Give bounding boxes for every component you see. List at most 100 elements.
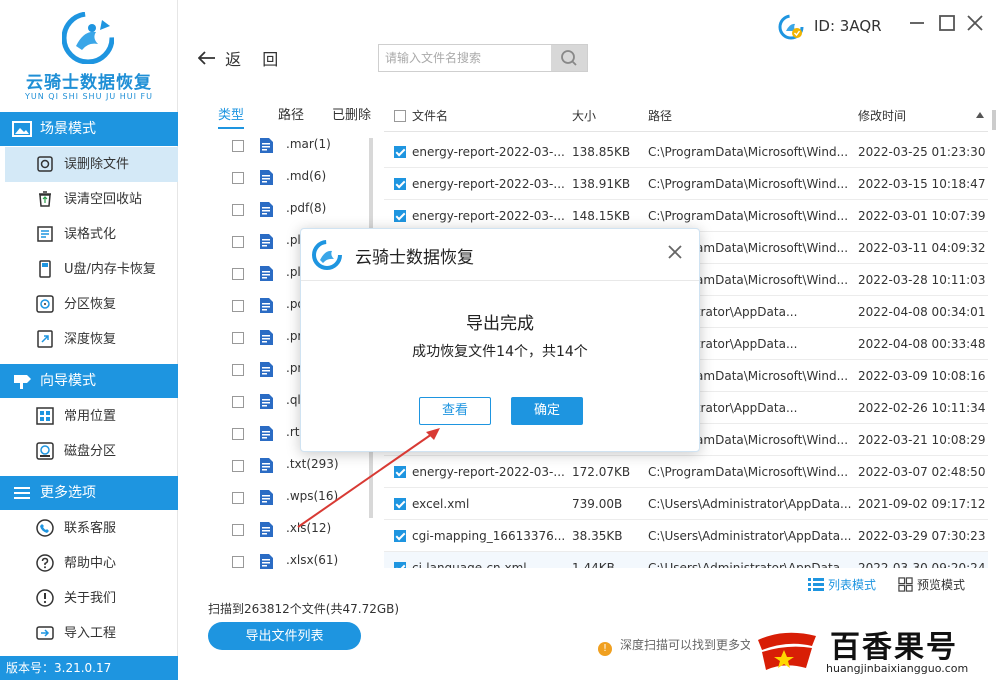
dialog-title: 云骑士数据恢复	[355, 248, 474, 268]
sidebar-item-contact-support[interactable]: 联系客服	[0, 511, 178, 546]
type-checkbox[interactable]	[232, 556, 244, 568]
sidebar-item-help-center[interactable]: 帮助中心	[0, 546, 178, 581]
cell-time: 2022-04-08 00:34:01	[858, 305, 986, 319]
watermark-logo-icon	[754, 626, 820, 672]
row-checkbox[interactable]	[394, 210, 406, 222]
cell-time: 2022-03-09 10:08:16	[858, 369, 986, 383]
table-scrollbar[interactable]	[992, 110, 996, 130]
maximize-icon	[939, 15, 955, 31]
type-label: .xls(12)	[286, 521, 332, 535]
row-checkbox[interactable]	[394, 530, 406, 542]
search-input[interactable]	[379, 45, 551, 71]
cell-time: 2022-03-30 09:20:24	[858, 561, 986, 568]
table-row[interactable]: energy-report-2022-03-... 172.07KB C:\Prog…	[384, 456, 988, 488]
table-row[interactable]: ci-language-cn.xml 1.44KB C:\Users\Adminis…	[384, 552, 988, 568]
row-checkbox[interactable]	[394, 466, 406, 478]
sidebar-item-common-locations[interactable]: 常用位置	[0, 399, 178, 434]
cell-path: C:\ProgramData\Microsoft\Wind...	[648, 465, 849, 479]
knight-logo-icon	[312, 240, 342, 270]
type-label: .mar(1)	[286, 137, 331, 151]
table-row[interactable]: cgi-mapping_16613376... 38.35KB C:\Users\A…	[384, 520, 988, 552]
app-logo: 云骑士数据恢复 YUN QI SHI SHU JU HUI FU	[0, 0, 178, 110]
sidebar-item-import-project[interactable]: 导入工程	[0, 616, 178, 651]
preview-view-button[interactable]: 预览模式	[898, 576, 965, 593]
tab-deleted[interactable]: 已删除	[332, 104, 371, 123]
confirm-button[interactable]: 确定	[511, 397, 583, 425]
warning-icon: !	[598, 642, 612, 656]
document-icon	[260, 330, 273, 345]
type-checkbox[interactable]	[232, 524, 244, 536]
cell-time: 2022-03-21 10:08:29	[858, 433, 986, 447]
table-row[interactable]: excel.xml 739.00B C:\Users\Administrator\A…	[384, 488, 988, 520]
sidebar-item-label: U盘/内存卡恢复	[64, 262, 156, 277]
row-checkbox[interactable]	[394, 146, 406, 158]
type-checkbox[interactable]	[232, 236, 244, 248]
document-icon	[260, 170, 273, 185]
sidebar-item-partition-recovery[interactable]: 分区恢复	[0, 287, 178, 322]
tab-path[interactable]: 路径	[278, 104, 304, 123]
export-complete-dialog: 云骑士数据恢复 导出完成 成功恢复文件14个，共14个 查看 确定	[300, 228, 700, 452]
image-icon	[12, 121, 32, 137]
search-box	[378, 44, 588, 72]
watermark: 百香果号 huangjinbaixiangguo.com	[750, 622, 1000, 680]
knight-logo-icon	[62, 12, 114, 64]
type-checkbox[interactable]	[232, 300, 244, 312]
col-header-name[interactable]: 文件名	[412, 100, 448, 132]
sidebar: 云骑士数据恢复 YUN QI SHI SHU JU HUI FU 场景模式 误删…	[0, 0, 178, 680]
row-checkbox[interactable]	[394, 562, 406, 568]
document-icon	[260, 234, 273, 249]
row-checkbox[interactable]	[394, 178, 406, 190]
type-label: .md(6)	[286, 169, 327, 183]
col-header-path[interactable]: 路径	[648, 100, 672, 132]
sidebar-item-deep-recovery[interactable]: 深度恢复	[0, 322, 178, 357]
sidebar-item-format[interactable]: 误格式化	[0, 217, 178, 252]
type-checkbox[interactable]	[232, 332, 244, 344]
row-checkbox[interactable]	[394, 498, 406, 510]
close-window-button[interactable]	[966, 14, 984, 32]
cell-path: C:\Users\Administrator\AppData...	[648, 497, 852, 511]
document-icon	[260, 490, 273, 505]
sidebar-item-deleted-files[interactable]: 误删除文件	[5, 147, 178, 182]
cell-time: 2022-03-15 10:18:47	[858, 177, 986, 191]
sidebar-item-recycle-bin[interactable]: 误清空回收站	[0, 182, 178, 217]
sidebar-item-about-us[interactable]: 关于我们	[0, 581, 178, 616]
view-button[interactable]: 查看	[419, 397, 491, 425]
type-checkbox[interactable]	[232, 172, 244, 184]
table-row[interactable]: energy-report-2022-03-... 138.85KB C:\Prog…	[384, 136, 988, 168]
type-checkbox[interactable]	[232, 364, 244, 376]
export-file-list-button[interactable]: 导出文件列表	[208, 622, 361, 650]
sidebar-item-disk-partition[interactable]: 磁盘分区	[0, 434, 178, 469]
section-label: 更多选项	[40, 485, 96, 501]
col-header-time[interactable]: 修改时间	[858, 100, 906, 132]
cell-size: 739.00B	[572, 497, 623, 511]
maximize-button[interactable]	[938, 14, 956, 32]
list-view-button[interactable]: 列表模式	[808, 576, 876, 593]
signpost-icon	[14, 375, 31, 389]
dialog-message: 导出完成	[466, 314, 534, 334]
type-checkbox[interactable]	[232, 460, 244, 472]
type-checkbox[interactable]	[232, 396, 244, 408]
col-header-size[interactable]: 大小	[572, 100, 596, 132]
back-button[interactable]: 返 回	[198, 46, 278, 70]
search-button[interactable]	[551, 45, 587, 71]
type-checkbox[interactable]	[232, 428, 244, 440]
user-id-text: ID: 3AQR	[814, 17, 882, 35]
table-row[interactable]: energy-report-2022-03-... 138.91KB C:\Prog…	[384, 168, 988, 200]
sidebar-item-label: 联系客服	[64, 521, 117, 536]
cell-name: ci-language-cn.xml	[412, 561, 527, 568]
grid-view-icon	[898, 577, 913, 592]
sidebar-item-label: 帮助中心	[64, 556, 117, 571]
minimize-button[interactable]	[908, 14, 926, 32]
dialog-submessage: 成功恢复文件14个，共14个	[412, 344, 588, 360]
type-checkbox[interactable]	[232, 140, 244, 152]
preview-view-label: 预览模式	[917, 578, 966, 592]
sort-up-icon[interactable]	[976, 112, 984, 118]
select-all-checkbox[interactable]	[394, 110, 406, 122]
sidebar-item-usb[interactable]: U盘/内存卡恢复	[0, 252, 178, 287]
type-checkbox[interactable]	[232, 204, 244, 216]
dialog-close-button[interactable]	[665, 243, 685, 263]
tab-type[interactable]: 类型	[218, 104, 245, 129]
type-checkbox[interactable]	[232, 268, 244, 280]
type-label: .pdf(8)	[286, 201, 327, 215]
type-checkbox[interactable]	[232, 492, 244, 504]
